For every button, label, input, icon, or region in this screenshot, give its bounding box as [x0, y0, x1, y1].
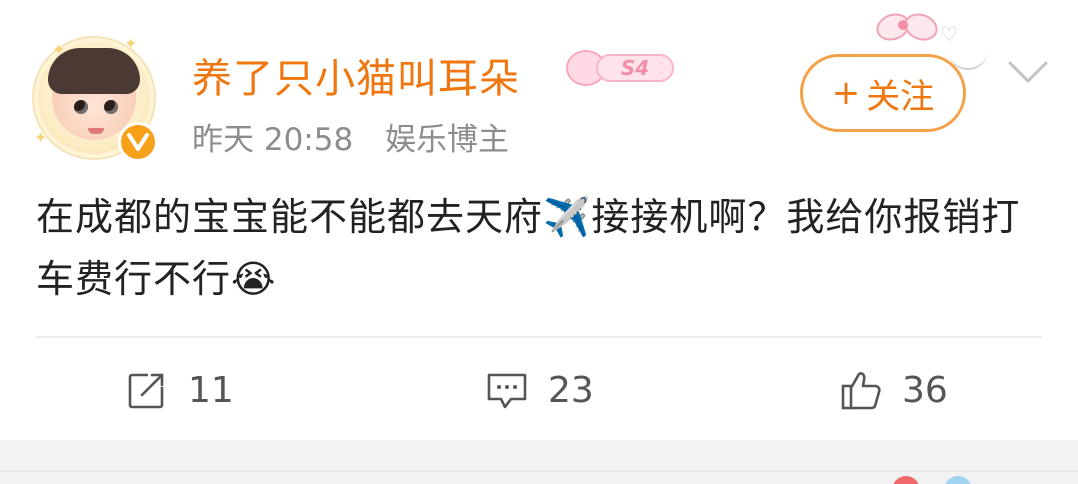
chevron-down-icon	[1008, 61, 1048, 83]
username[interactable]: 养了只小猫叫耳朵	[192, 46, 520, 104]
more-options-button[interactable]	[1000, 50, 1056, 94]
sparkle-icon: ✦	[124, 34, 138, 53]
post-body: 在成都的宝宝能不能都去天府✈️接接机啊？我给你报销打车费行不行😭	[36, 186, 1046, 310]
comment-button[interactable]: 23	[484, 360, 594, 420]
follow-button[interactable]: + 关注	[800, 54, 966, 132]
avatar[interactable]: ✦ ✦ ✦	[34, 34, 158, 162]
sparkle-icon: ✦	[34, 128, 48, 147]
post-meta: 昨天 20:58 娱乐博主	[192, 114, 531, 159]
bow-knot	[898, 20, 908, 30]
repost-count: 11	[188, 369, 234, 411]
comment-count: 23	[548, 369, 594, 411]
level-badge-label: S4	[596, 54, 674, 82]
avatar-eye-left	[74, 100, 88, 114]
crying-emoji-icon: 😭	[231, 257, 277, 301]
like-count: 36	[902, 369, 948, 411]
comment-icon	[484, 367, 530, 413]
avatar-eye-right	[104, 100, 118, 114]
verified-v-glyph	[127, 133, 149, 151]
like-button[interactable]: 36	[838, 360, 948, 420]
verified-v-icon	[118, 122, 158, 162]
follow-button-label: 关注	[866, 76, 935, 117]
post-timestamp: 昨天 20:58	[192, 122, 354, 158]
thumbs-up-icon	[838, 367, 884, 413]
footer-separator	[0, 440, 1078, 484]
user-tag: 娱乐博主	[385, 122, 510, 158]
airplane-emoji-icon: ✈️	[543, 195, 592, 239]
post-text-part1: 在成都的宝宝能不能都去天府	[36, 195, 544, 239]
repost-icon	[124, 367, 170, 413]
weibo-post-card: ✦ ✦ ✦ 养了只小猫叫耳朵 S4 昨天 20:58 娱乐博主 ♡ + 关注 在…	[0, 0, 1078, 484]
footer-line	[0, 470, 1078, 472]
divider	[36, 336, 1042, 338]
heart-icon: ♡	[940, 22, 958, 46]
repost-button[interactable]: 11	[124, 360, 234, 420]
plus-icon: +	[831, 73, 861, 113]
level-badge: S4	[566, 50, 676, 86]
sparkle-icon: ✦	[52, 40, 66, 59]
